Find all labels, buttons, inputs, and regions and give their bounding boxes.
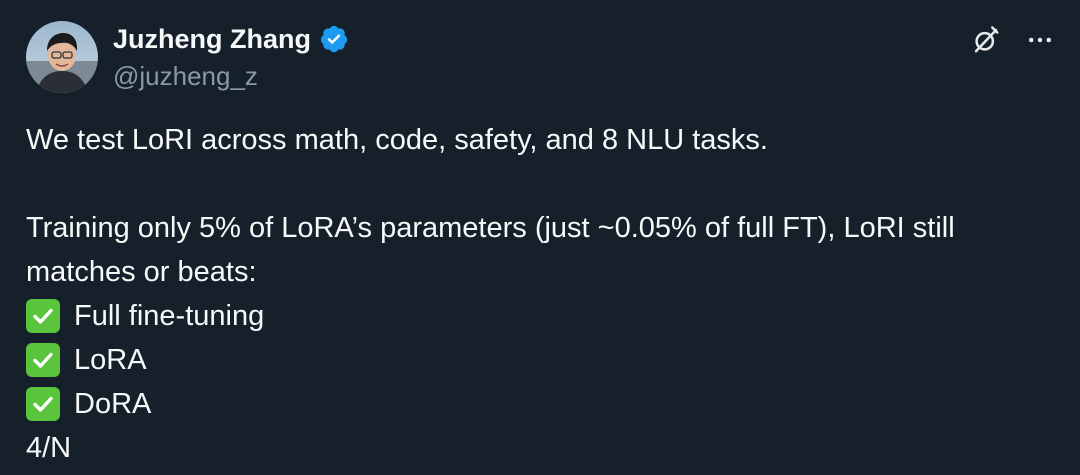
tweet-line-1: We test LoRI across math, code, safety, … xyxy=(26,124,768,156)
author-name-row: Juzheng Zhang xyxy=(113,22,349,56)
author-display-name[interactable]: Juzheng Zhang xyxy=(113,22,311,56)
check-mark-button-icon xyxy=(26,299,60,333)
tweet-body: We test LoRI across math, code, safety, … xyxy=(26,118,1056,470)
tweet-top-actions xyxy=(968,22,1058,58)
check-item-lora: LoRA xyxy=(26,338,1056,382)
verified-badge-icon[interactable] xyxy=(319,24,349,54)
grok-icon[interactable] xyxy=(968,22,1004,58)
check-item-label: DoRA xyxy=(74,388,152,420)
tweet-line-2: Training only 5% of LoRA’s parameters (j… xyxy=(26,212,955,288)
author-handle[interactable]: @juzheng_z xyxy=(113,59,258,93)
check-item-dora: DoRA xyxy=(26,382,1056,426)
check-item-label: LoRA xyxy=(74,344,147,376)
thread-counter: 4/N xyxy=(26,432,72,464)
check-mark-button-icon xyxy=(26,343,60,377)
tweet-card: Juzheng Zhang @juzheng_z We test LoRI ac… xyxy=(0,0,1080,475)
more-icon[interactable] xyxy=(1022,22,1058,58)
check-item-label: Full fine-tuning xyxy=(74,300,265,332)
check-item-full-fine-tuning: Full fine-tuning xyxy=(26,294,1056,338)
check-mark-button-icon xyxy=(26,387,60,421)
avatar[interactable] xyxy=(26,21,98,93)
